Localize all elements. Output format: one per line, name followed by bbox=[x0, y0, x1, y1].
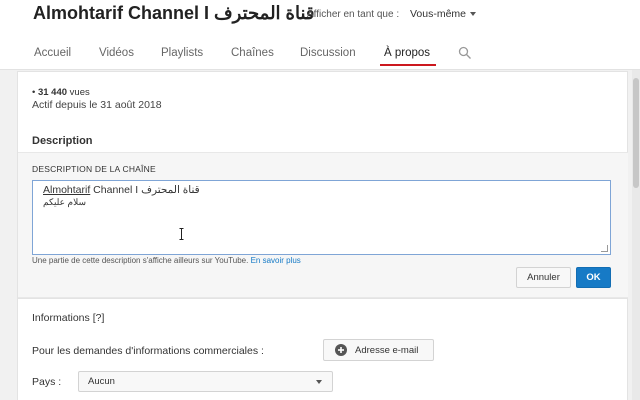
view-as-value: Vous-même bbox=[410, 8, 467, 20]
description-line-2: سلام عليكم bbox=[43, 197, 87, 207]
view-as-label: Afficher en tant que : bbox=[307, 9, 400, 20]
email-address-button[interactable]: Adresse e-mail bbox=[323, 339, 434, 361]
info-heading: Informations [?] bbox=[32, 312, 105, 324]
tab-videos[interactable]: Vidéos bbox=[99, 47, 134, 59]
plus-circle-icon bbox=[335, 344, 347, 356]
tab-discussion[interactable]: Discussion bbox=[300, 47, 356, 59]
description-heading: Description bbox=[32, 135, 93, 147]
country-select[interactable]: Aucun bbox=[78, 371, 333, 392]
scrollbar-thumb[interactable] bbox=[633, 78, 639, 188]
tab-playlists[interactable]: Playlists bbox=[161, 47, 203, 59]
chevron-down-icon bbox=[470, 12, 477, 17]
tab-chaines[interactable]: Chaînes bbox=[231, 47, 274, 59]
channel-description-label: DESCRIPTION DE LA CHAÎNE bbox=[32, 164, 156, 174]
text-cursor-icon bbox=[179, 228, 184, 240]
learn-more-link[interactable]: En savoir plus bbox=[251, 256, 301, 265]
views-number: 31 440 bbox=[37, 87, 68, 98]
description-line-1: Almohtarif Channel I قناة المحترف bbox=[43, 184, 200, 196]
email-button-label: Adresse e-mail bbox=[355, 345, 419, 356]
views-count: • 31 440 vues bbox=[32, 87, 90, 98]
search-icon[interactable] bbox=[458, 46, 472, 60]
ok-button[interactable]: OK bbox=[576, 267, 611, 288]
section-divider bbox=[18, 298, 628, 299]
tab-a-propos[interactable]: À propos bbox=[384, 47, 430, 59]
country-label: Pays : bbox=[32, 376, 62, 388]
joined-date: Actif depuis le 31 août 2018 bbox=[32, 99, 162, 111]
resize-handle[interactable] bbox=[601, 245, 608, 252]
channel-title: Almohtarif Channel I قناة المحترف bbox=[33, 3, 315, 23]
description-help-text: Une partie de cette description s'affich… bbox=[32, 256, 301, 265]
cancel-button[interactable]: Annuler bbox=[516, 267, 571, 288]
view-as-dropdown[interactable]: Vous-même bbox=[410, 8, 477, 20]
tab-accueil[interactable]: Accueil bbox=[34, 47, 71, 59]
business-inquiries-label: Pour les demandes d'informations commerc… bbox=[32, 345, 264, 357]
active-tab-indicator bbox=[380, 64, 436, 66]
description-textarea[interactable]: Almohtarif Channel I قناة المحترف سلام ع… bbox=[32, 180, 611, 255]
country-value: Aucun bbox=[88, 376, 115, 387]
chevron-down-icon bbox=[316, 380, 322, 384]
